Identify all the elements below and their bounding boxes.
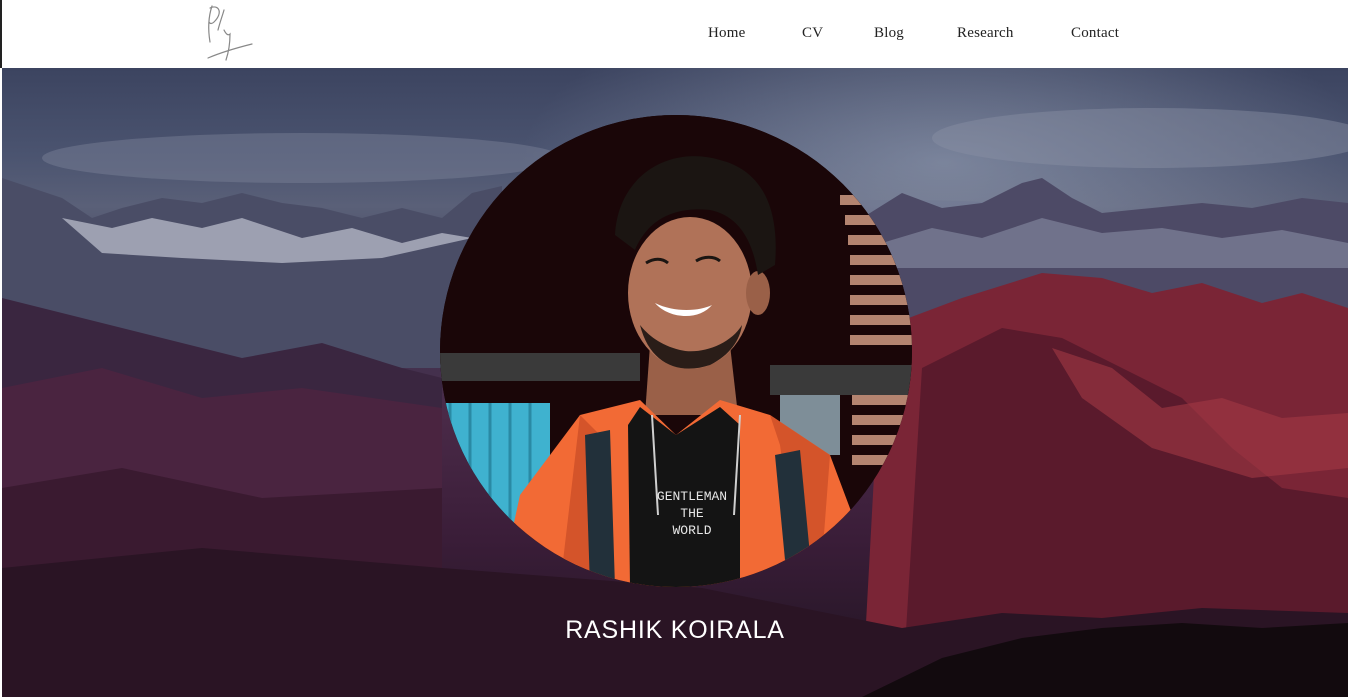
profile-photo: GENTLEMAN THE WORLD — [440, 115, 912, 587]
hero-name-heading: RASHIK KOIRALA — [565, 616, 785, 644]
site-header: Home CV Blog Research Contact — [0, 0, 1348, 68]
shirt-text-line-1: GENTLEMAN — [657, 489, 727, 504]
shirt-text-line-2: THE — [680, 506, 704, 521]
nav-cv-link[interactable]: CV — [802, 25, 823, 42]
nav-blog-link[interactable]: Blog — [874, 25, 904, 42]
main-nav: Home CV Blog Research Contact — [2, 0, 1348, 68]
shirt-text-line-3: WORLD — [672, 523, 711, 538]
nav-contact-link[interactable]: Contact — [1071, 25, 1119, 42]
nav-home-link[interactable]: Home — [708, 25, 745, 42]
nav-research-link[interactable]: Research — [957, 25, 1014, 42]
hero-banner: GENTLEMAN THE WORLD RASHIK KOIRALA — [2, 68, 1348, 697]
